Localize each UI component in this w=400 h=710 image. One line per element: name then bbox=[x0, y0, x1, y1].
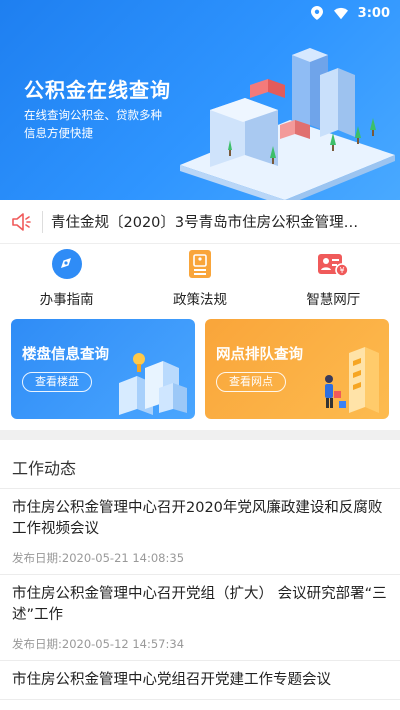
menu-label-online-hall: 智慧网厅 bbox=[306, 292, 361, 308]
hero-title: 公积金在线查询 bbox=[24, 78, 171, 102]
section-divider bbox=[0, 430, 400, 440]
property-query-card[interactable]: 楼盘信息查询 查看楼盘 bbox=[11, 319, 195, 419]
hero-subtitle-line-1: 在线查询公积金、贷款多种 bbox=[24, 108, 162, 122]
menu-item-policy[interactable]: 政策法规 bbox=[133, 244, 266, 314]
quick-menu: 办事指南 政策法规 ¥ 智慧网厅 bbox=[0, 244, 400, 314]
news-title: 市住房公积金管理中心召开党组（扩大） 会议研究部署“三述”工作 bbox=[12, 586, 387, 623]
news-title: 市住房公积金管理中心党组召开党建工作专题会议 bbox=[12, 672, 331, 688]
outlet-card-title: 网点排队查询 bbox=[216, 347, 303, 363]
menu-item-guide[interactable]: 办事指南 bbox=[0, 244, 133, 314]
news-item[interactable]: 市住房公积金管理中心召开党组（扩大） 会议研究部署“三述”工作 发布日期:202… bbox=[0, 575, 400, 661]
news-list: 市住房公积金管理中心召开2020年党风廉政建设和反腐败工作视频会议 发布日期:2… bbox=[0, 488, 400, 700]
wifi-icon bbox=[333, 6, 348, 20]
queue-illustration bbox=[325, 347, 379, 413]
news-date: 发布日期:2020-05-21 14:08:35 bbox=[12, 551, 185, 565]
menu-item-online-hall[interactable]: ¥ 智慧网厅 bbox=[267, 244, 400, 314]
location-icon bbox=[310, 6, 324, 20]
hero-subtitle-line-2: 信息方便快捷 bbox=[24, 126, 93, 140]
hero-subtitle: 在线查询公积金、贷款多种 信息方便快捷 bbox=[24, 106, 184, 142]
buildings-illustration bbox=[119, 353, 187, 415]
svg-text:¥: ¥ bbox=[340, 266, 345, 275]
property-card-title: 楼盘信息查询 bbox=[22, 347, 109, 363]
menu-label-policy: 政策法规 bbox=[172, 292, 227, 308]
outlet-queue-card[interactable]: 网点排队查询 查看网点 bbox=[205, 319, 389, 419]
app-screen: 3:00 公积金在线查询 在线查询公积金、贷款多种 信息方便快捷 青住金规〔20… bbox=[0, 0, 400, 710]
speaker-icon bbox=[10, 210, 34, 234]
document-icon bbox=[184, 248, 216, 280]
news-title: 市住房公积金管理中心召开2020年党风廉政建设和反腐败工作视频会议 bbox=[12, 500, 383, 537]
notice-text[interactable]: 青住金规〔2020〕3号青岛市住房公积金管理… bbox=[51, 211, 381, 232]
status-time: 3:00 bbox=[357, 5, 390, 21]
city-illustration bbox=[180, 48, 395, 200]
hero-banner[interactable]: 3:00 公积金在线查询 在线查询公积金、贷款多种 信息方便快捷 bbox=[0, 0, 400, 200]
news-date: 发布日期:2020-05-12 14:57:34 bbox=[12, 637, 185, 651]
view-outlet-button[interactable]: 查看网点 bbox=[216, 372, 286, 392]
news-section-title: 工作动态 bbox=[12, 459, 77, 478]
notice-bar[interactable]: 青住金规〔2020〕3号青岛市住房公积金管理… bbox=[0, 200, 400, 244]
id-card-icon: ¥ bbox=[317, 248, 350, 280]
status-bar: 3:00 bbox=[0, 0, 400, 26]
view-property-button[interactable]: 查看楼盘 bbox=[22, 372, 92, 392]
compass-icon bbox=[51, 248, 83, 280]
notice-divider bbox=[42, 210, 43, 233]
menu-label-guide: 办事指南 bbox=[39, 292, 94, 308]
news-item[interactable]: 市住房公积金管理中心召开2020年党风廉政建设和反腐败工作视频会议 发布日期:2… bbox=[0, 489, 400, 575]
news-item[interactable]: 市住房公积金管理中心党组召开党建工作专题会议 bbox=[0, 661, 400, 700]
